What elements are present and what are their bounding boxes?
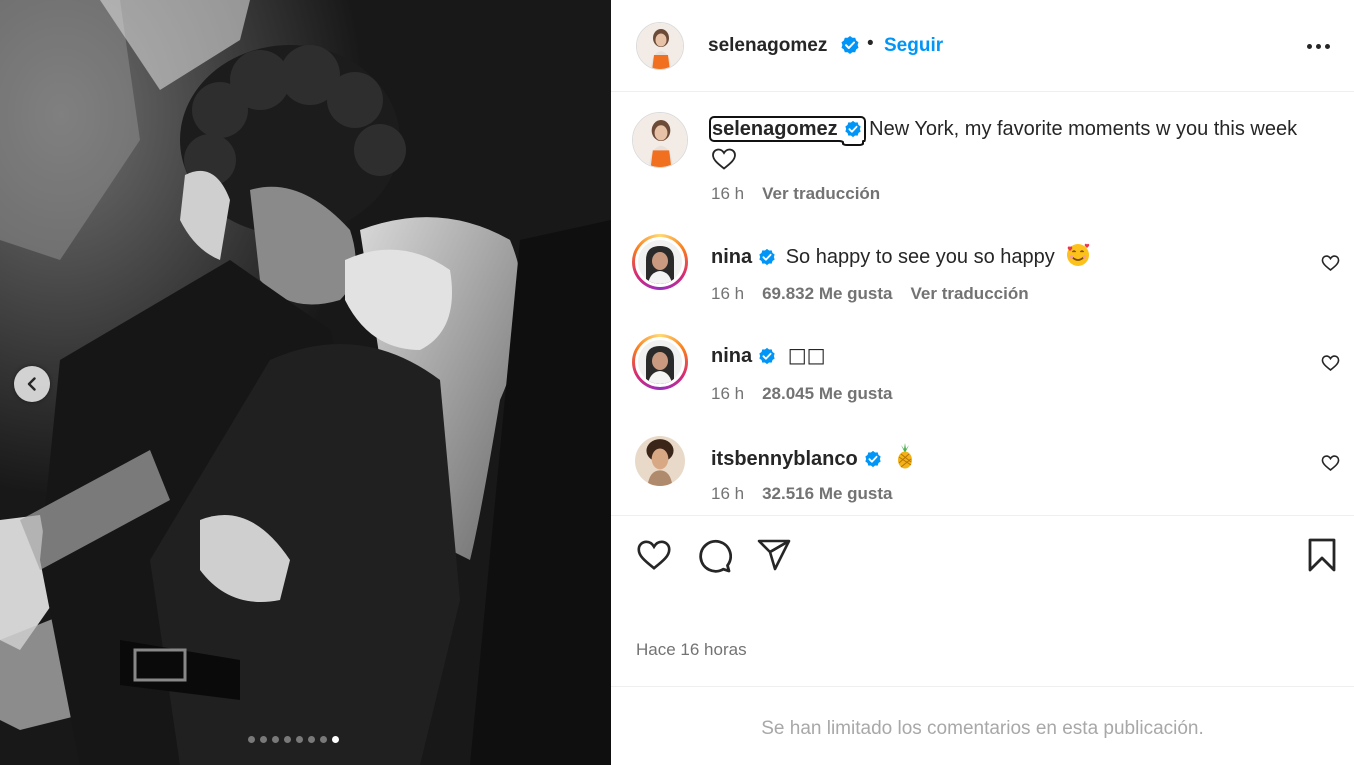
caption-text: New York, my favorite moments w you this… (869, 118, 1298, 140)
carousel-dot (320, 736, 327, 743)
smiling-face-with-hearts-icon (1066, 243, 1090, 273)
carousel-dot (260, 736, 267, 743)
post-actions: Hace 16 horas (611, 515, 1354, 687)
translate-link[interactable]: Ver traducción (911, 284, 1029, 303)
chevron-left-icon (27, 377, 36, 391)
comment-avatar[interactable] (632, 334, 688, 390)
comment-meta: 16 h 69.832 Me gusta Ver traducción (711, 284, 1029, 304)
caption-meta: 16 h Ver traducción (711, 184, 880, 204)
more-options-icon[interactable] (1307, 44, 1330, 49)
comment-meta: 16 h 32.516 Me gusta (711, 484, 893, 504)
author-username[interactable]: selenagomez (708, 35, 827, 57)
comment-username[interactable]: itsbennyblanco (711, 448, 858, 470)
comment-avatar[interactable] (635, 436, 685, 486)
separator-dot: • (867, 33, 874, 54)
avatar-image (635, 436, 685, 486)
comment-time: 16 h (711, 484, 745, 503)
carousel-dot (284, 736, 291, 743)
avatar-image (638, 340, 682, 384)
comment-meta: 16 h 28.045 Me gusta (711, 384, 893, 404)
avatar-image (638, 240, 682, 284)
paper-plane-icon[interactable] (757, 538, 791, 577)
comment-likes[interactable]: 28.045 Me gusta (762, 384, 892, 403)
post-header: selenagomez • Seguir (611, 0, 1354, 92)
translate-link[interactable]: Ver traducción (762, 184, 880, 203)
post-media (0, 0, 611, 765)
avatar-image (637, 23, 683, 69)
caption-avatar[interactable] (632, 112, 688, 168)
comment-text-line: nina □□ (711, 343, 825, 371)
carousel-dot (296, 736, 303, 743)
caption-heart-emoji (711, 147, 737, 176)
bookmark-icon[interactable] (1307, 538, 1337, 577)
comment-text: So happy to see you so happy (785, 246, 1055, 268)
caption-text-line: selenagomez New York, my favorite moment… (709, 116, 1298, 144)
carousel-dot-active (332, 736, 339, 743)
verified-badge-icon (840, 35, 860, 60)
heart-icon[interactable] (1321, 454, 1340, 477)
caption-username[interactable]: selenagomez (709, 116, 866, 142)
post-timestamp[interactable]: Hace 16 horas (636, 640, 747, 660)
carousel-prev-button[interactable] (14, 366, 50, 402)
avatar-image (633, 113, 687, 167)
carousel-indicator (248, 736, 339, 743)
carousel-dot (308, 736, 315, 743)
comment-time: 16 h (711, 284, 745, 303)
comment-username[interactable]: nina (711, 345, 752, 367)
heart-icon[interactable] (1321, 254, 1340, 277)
author-avatar[interactable] (636, 22, 684, 70)
caption-time: 16 h (711, 184, 745, 203)
pineapple-icon (893, 443, 917, 475)
comments-limited-notice: Se han limitado los comentarios en esta … (611, 686, 1354, 765)
comment-bubble-icon[interactable] (696, 538, 733, 579)
comment-likes[interactable]: 69.832 Me gusta (762, 284, 892, 303)
comment-username[interactable]: nina (711, 246, 752, 268)
carousel-dot (248, 736, 255, 743)
follow-button[interactable]: Seguir (884, 35, 943, 57)
post-side-panel: selenagomez • Seguir selenagomez New Yor… (611, 0, 1354, 765)
post-photo (0, 0, 611, 765)
carousel-dot (272, 736, 279, 743)
comment-likes[interactable]: 32.516 Me gusta (762, 484, 892, 503)
comment-avatar[interactable] (632, 234, 688, 290)
post-modal: selenagomez • Seguir selenagomez New Yor… (0, 0, 1354, 765)
comment-time: 16 h (711, 384, 745, 403)
comment-text-line: nina So happy to see you so happy (711, 243, 1090, 273)
comment-text-line: itsbennyblanco (711, 443, 917, 475)
verified-badge-icon (844, 120, 862, 144)
heart-icon[interactable] (636, 538, 672, 577)
verified-badge-icon (864, 450, 882, 474)
verified-badge-icon (758, 248, 776, 272)
comment-text: □□ (787, 343, 826, 367)
heart-icon[interactable] (1321, 354, 1340, 377)
verified-badge-icon (758, 347, 776, 371)
